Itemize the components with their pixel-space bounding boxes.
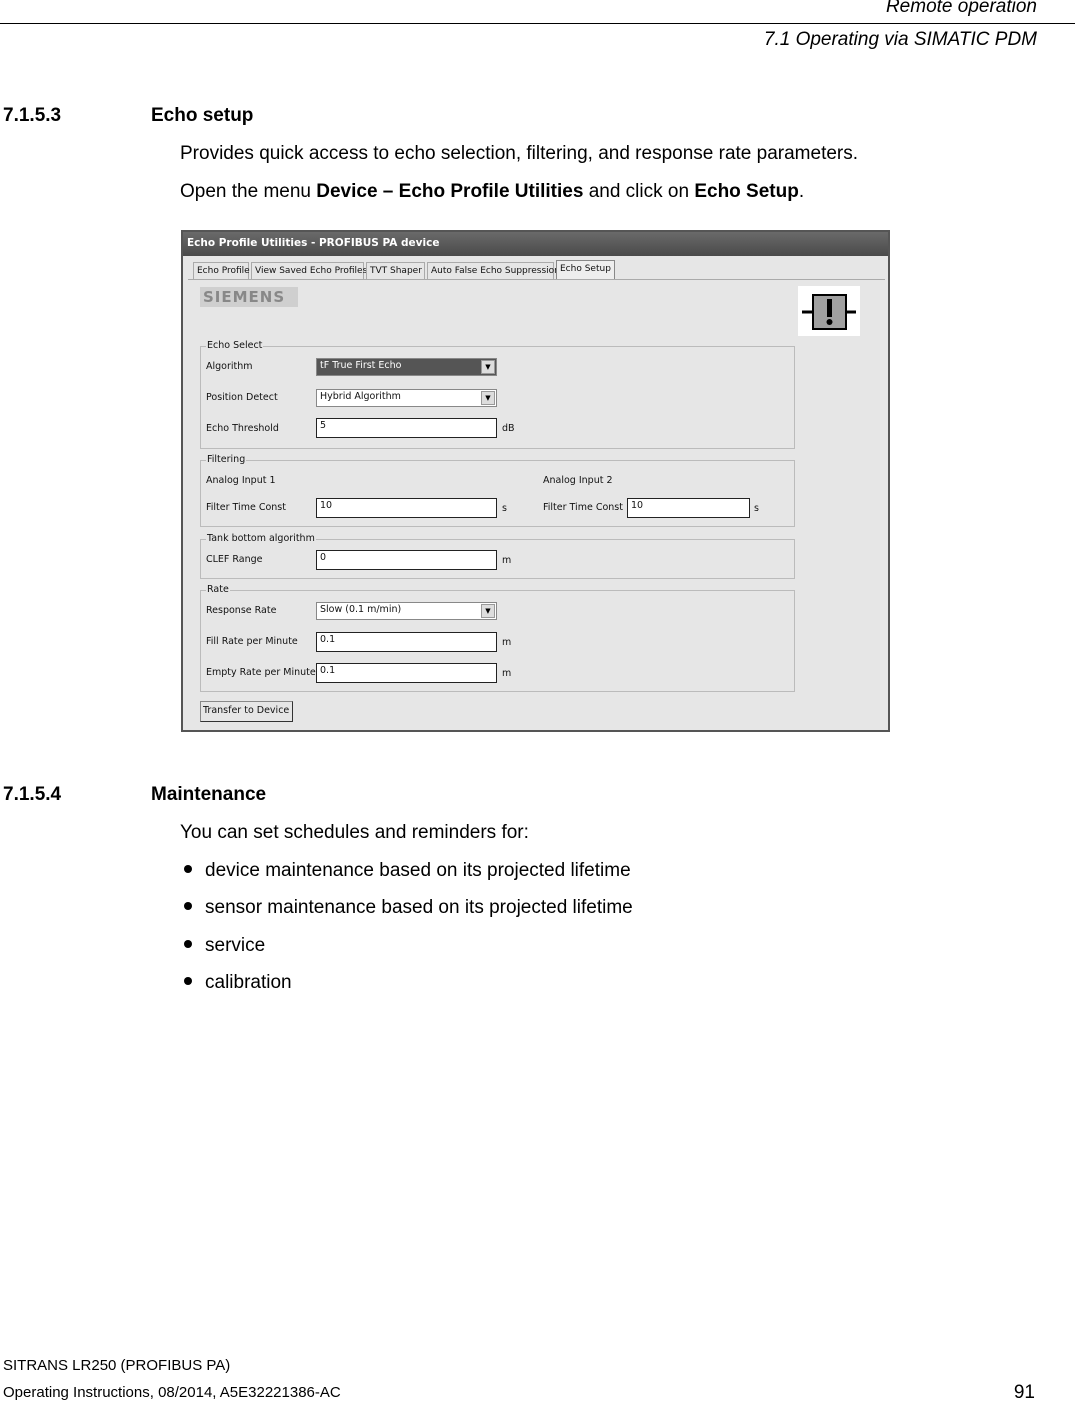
analog-input-1-label: Analog Input 1 [206,475,276,486]
header-divider [0,23,1075,24]
tank-bottom-legend: Tank bottom algorithm [206,533,316,544]
echo-select-legend: Echo Select [206,340,264,351]
transfer-to-device-button[interactable]: Transfer to Device [200,701,293,722]
list-item: sensor maintenance based on its projecte… [180,897,633,919]
echo-setup-screenshot: Echo Profile Utilities - PROFIBUS PA dev… [181,230,890,732]
algorithm-value: tF True First Echo [320,360,402,371]
footer-doc-info: Operating Instructions, 08/2014, A5E3222… [3,1384,341,1401]
fill-rate-input[interactable]: 0.1 [316,632,497,652]
header-section: 7.1 Operating via SIMATIC PDM [763,29,1037,50]
section-intro: Provides quick access to echo selection,… [180,143,859,164]
instruction: Open the menu Device – Echo Profile Util… [180,181,804,203]
algorithm-select[interactable]: tF True First Echo ▼ [316,358,497,376]
instruction-text: and click on [583,181,695,202]
position-detect-select[interactable]: Hybrid Algorithm ▼ [316,389,497,407]
analog-input-2-label: Analog Input 2 [543,475,613,486]
list-item-text: service [205,935,266,956]
ai2-filter-time-const-label: Filter Time Const [543,502,623,513]
position-detect-value: Hybrid Algorithm [320,391,401,402]
tab-auto-false-echo-suppression[interactable]: Auto False Echo Suppression [427,262,560,279]
ai1-filter-time-const-input[interactable]: 10 [316,498,497,518]
tab-echo-setup[interactable]: Echo Setup [556,260,615,279]
section-intro: You can set schedules and reminders for: [180,822,529,843]
window-title: Echo Profile Utilities - PROFIBUS PA dev… [183,232,888,256]
fill-rate-label: Fill Rate per Minute [206,636,298,647]
maintenance-alarm-icon [798,286,860,336]
section-title: Echo setup [151,105,254,126]
response-rate-select[interactable]: Slow (0.1 m/min) ▼ [316,602,497,620]
instruction-text: Open the menu [180,181,317,202]
clef-range-unit: m [502,555,512,566]
ai1-filter-time-const-label: Filter Time Const [206,502,286,513]
tab-divider [188,279,885,280]
clef-range-input[interactable]: 0 [316,550,497,570]
ai2-unit: s [754,503,759,514]
list-item: calibration [180,972,292,994]
page-number: 91 [1013,1382,1035,1403]
empty-rate-unit: m [502,668,512,679]
section-number: 7.1.5.3 [3,105,62,126]
echo-threshold-input[interactable]: 5 [316,418,497,438]
list-item-text: sensor maintenance based on its projecte… [205,897,633,918]
bullet-icon [184,865,192,873]
list-item: service [180,935,265,957]
empty-rate-input[interactable]: 0.1 [316,663,497,683]
filtering-legend: Filtering [206,454,247,465]
section-title: Maintenance [151,784,267,805]
menu-path: Device – Echo Profile Utilities [316,181,584,202]
clef-range-label: CLEF Range [206,554,263,565]
ai1-unit: s [502,503,507,514]
header-chapter: Remote operation [885,0,1037,17]
siemens-logo: SIEMENS [200,287,298,307]
dropdown-arrow-icon[interactable]: ▼ [481,360,495,374]
list-item-text: calibration [205,972,292,993]
bullet-icon [184,977,192,985]
instruction-text: . [798,181,805,202]
ai2-filter-time-const-input[interactable]: 10 [627,498,750,518]
dropdown-arrow-icon[interactable]: ▼ [481,391,495,405]
empty-rate-label: Empty Rate per Minute [206,667,316,678]
list-item-text: device maintenance based on its projecte… [205,860,631,881]
footer-product: SITRANS LR250 (PROFIBUS PA) [3,1357,231,1374]
echo-select-group [200,346,795,449]
tab-view-saved-echo-profiles[interactable]: View Saved Echo Profiles [251,262,367,279]
section-number: 7.1.5.4 [3,784,62,805]
echo-threshold-unit: dB [502,423,515,434]
fill-rate-unit: m [502,637,512,648]
position-detect-label: Position Detect [206,392,278,403]
list-item: device maintenance based on its projecte… [180,860,631,882]
echo-threshold-label: Echo Threshold [206,423,279,434]
tab-tvt-shaper[interactable]: TVT Shaper [366,262,425,279]
tab-echo-profile[interactable]: Echo Profile [193,262,250,279]
rate-legend: Rate [206,584,230,595]
bullet-icon [184,902,192,910]
response-rate-value: Slow (0.1 m/min) [320,604,402,615]
response-rate-label: Response Rate [206,605,277,616]
algorithm-label: Algorithm [206,361,253,372]
menu-item: Echo Setup [694,181,799,202]
bullet-icon [184,940,192,948]
tank-bottom-group [200,539,795,579]
dropdown-arrow-icon[interactable]: ▼ [481,604,495,618]
